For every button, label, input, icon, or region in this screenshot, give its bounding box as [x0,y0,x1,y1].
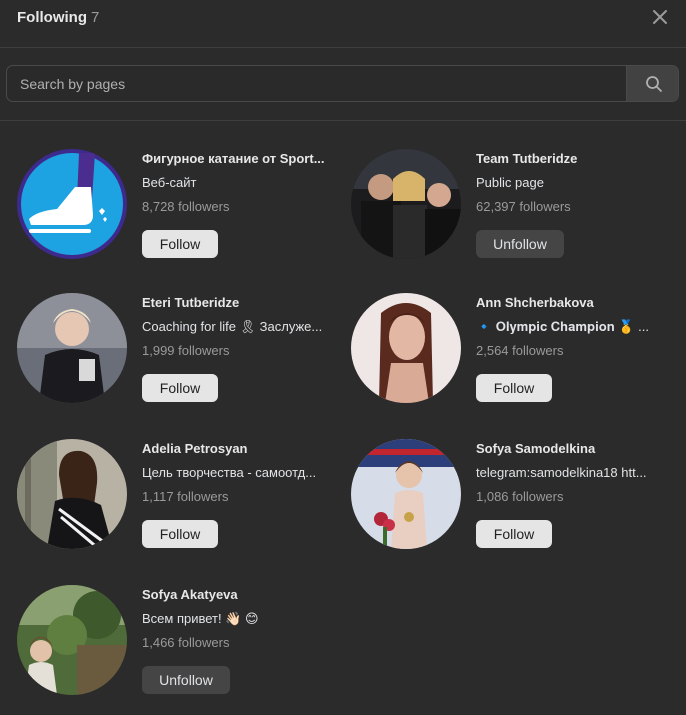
page-description: Веб-сайт [142,175,197,190]
search-box [6,65,679,102]
followers-count: 62,397 followers [476,199,571,214]
avatar[interactable] [17,585,127,695]
page-card: Team Tutberidze Public page 62,397 follo… [351,149,681,279]
search-input[interactable] [7,66,640,101]
avatar[interactable] [351,293,461,403]
followers-count: 2,564 followers [476,343,564,358]
following-count: 7 [91,9,100,26]
avatar[interactable] [17,439,127,549]
page-name[interactable]: Sofya Akatyeva [142,587,332,602]
unfollow-button[interactable]: Unfollow [476,230,564,258]
follow-button[interactable]: Follow [142,374,218,402]
page-description: Public page [476,175,544,190]
page-name[interactable]: Team Tutberidze [476,151,666,166]
follow-button[interactable]: Follow [142,230,218,258]
followers-count: 8,728 followers [142,199,230,214]
page-card: Ann Shcherbakova 🔹 𝐎𝐥𝐲𝐦𝐩𝐢𝐜 𝐂𝐡𝐚𝐦𝐩𝐢𝐨𝐧 🥇 ..… [351,293,681,423]
followers-count: 1,086 followers [476,489,564,504]
follow-button[interactable]: Follow [476,374,552,402]
page-card: Sofya Akatyeva Всем привет! 👋🏻 😊 1,466 f… [17,585,347,715]
page-description: telegram:samodelkina18 htt... [476,465,647,480]
avatar[interactable] [17,293,127,403]
followers-count: 1,999 followers [142,343,230,358]
page-name[interactable]: Adelia Petrosyan [142,441,332,456]
avatar[interactable] [351,439,461,549]
followers-count: 1,117 followers [142,489,229,504]
search-row [0,48,686,121]
dialog-title: Following [17,9,87,26]
page-description: Цель творчества - самоотд... [142,465,317,480]
search-icon [646,76,662,92]
follow-button[interactable]: Follow [476,520,552,548]
unfollow-button[interactable]: Unfollow [142,666,230,694]
avatar[interactable] [351,149,461,259]
dialog-header: Following 7 [0,0,686,48]
page-card: Sofya Samodelkina telegram:samodelkina18… [351,439,681,569]
page-description: Всем привет! 👋🏻 😊 [142,611,259,626]
page-description: Coaching for life 🎗 Заслуже... [142,319,323,334]
page-card: Eteri Tutberidze Coaching for life 🎗 Зас… [17,293,347,423]
page-name[interactable]: Ann Shcherbakova [476,295,666,310]
page-card: Adelia Petrosyan Цель творчества - самоо… [17,439,347,569]
followers-count: 1,466 followers [142,635,230,650]
page-name[interactable]: Eteri Tutberidze [142,295,332,310]
close-icon[interactable] [649,6,671,28]
page-name[interactable]: Фигурное катание от Sport... [142,151,332,166]
page-card: Фигурное катание от Sport... Веб-сайт 8,… [17,149,347,279]
search-button[interactable] [626,66,678,101]
page-description: 🔹 𝐎𝐥𝐲𝐦𝐩𝐢𝐜 𝐂𝐡𝐚𝐦𝐩𝐢𝐨𝐧 🥇 ... [476,319,649,334]
avatar[interactable] [17,149,127,259]
follow-button[interactable]: Follow [142,520,218,548]
page-name[interactable]: Sofya Samodelkina [476,441,666,456]
